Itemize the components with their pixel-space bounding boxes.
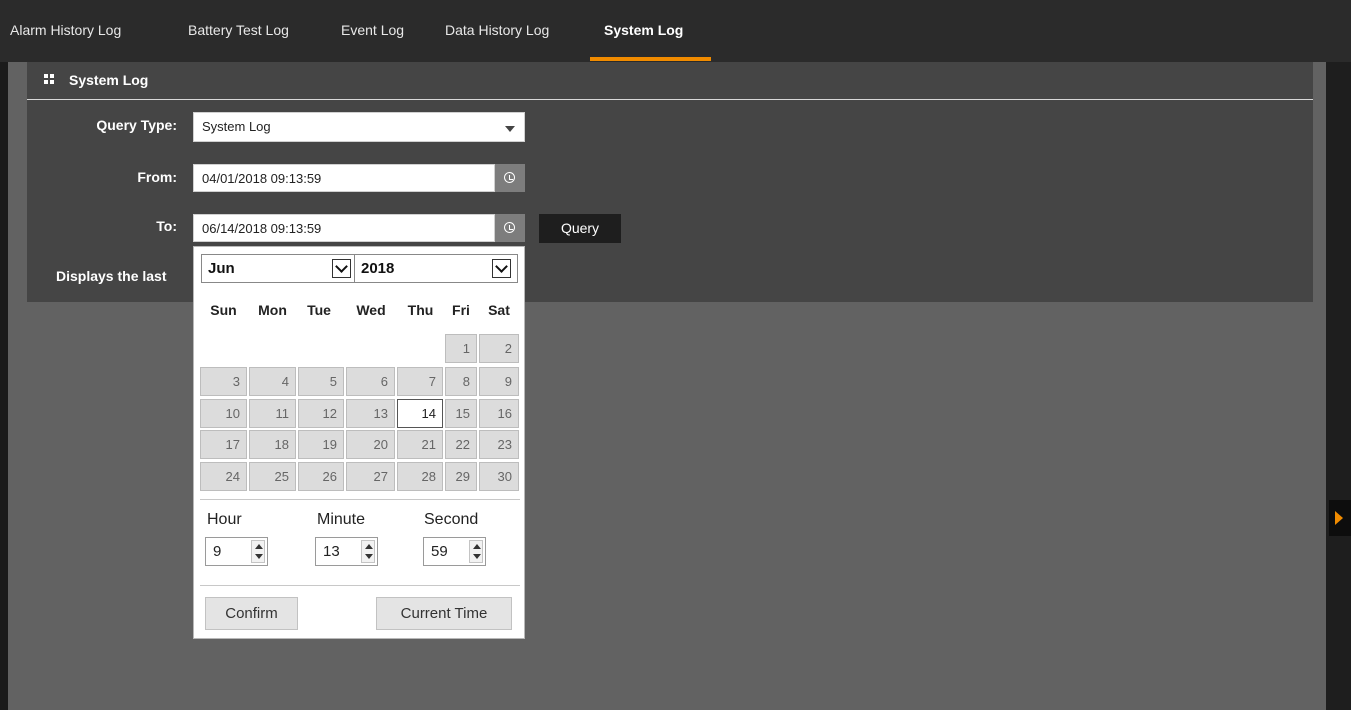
calendar-day[interactable]: 5 bbox=[298, 367, 344, 396]
query-button[interactable]: Query bbox=[539, 214, 621, 243]
calendar-day[interactable]: 10 bbox=[200, 399, 247, 428]
calendar-day[interactable]: 21 bbox=[397, 430, 443, 459]
tab-battery-test-log[interactable]: Battery Test Log bbox=[188, 22, 289, 38]
hour-label: Hour bbox=[207, 511, 242, 528]
calendar-day[interactable]: 24 bbox=[200, 462, 247, 491]
second-stepper[interactable]: 59 bbox=[423, 537, 486, 566]
panel-header: System Log bbox=[27, 62, 1313, 100]
active-tab-indicator bbox=[590, 57, 711, 61]
minute-label: Minute bbox=[317, 511, 366, 528]
confirm-button[interactable]: Confirm bbox=[205, 597, 298, 630]
right-sidebar-strip bbox=[1326, 62, 1351, 710]
calendar-day[interactable]: 3 bbox=[200, 367, 247, 396]
stepper-arrows-icon[interactable] bbox=[361, 540, 375, 563]
tab-data-history-log[interactable]: Data History Log bbox=[445, 22, 549, 38]
chevron-down-icon bbox=[492, 259, 511, 278]
stepper-arrows-icon[interactable] bbox=[251, 540, 265, 563]
calendar-day[interactable]: 1 bbox=[445, 334, 477, 363]
weekday-wed: Wed bbox=[356, 302, 386, 318]
chevron-down-icon bbox=[505, 126, 515, 132]
expand-arrow-icon[interactable] bbox=[1329, 500, 1351, 536]
divider bbox=[200, 585, 520, 586]
calendar-day[interactable]: 2 bbox=[479, 334, 519, 363]
from-label: From: bbox=[137, 169, 177, 185]
from-value: 04/01/2018 09:13:59 bbox=[202, 171, 322, 186]
weekday-thu: Thu bbox=[407, 302, 434, 318]
stepper-arrows-icon[interactable] bbox=[469, 540, 483, 563]
hour-stepper[interactable]: 9 bbox=[205, 537, 268, 566]
to-datetime-input[interactable]: 06/14/2018 09:13:59 bbox=[193, 214, 495, 242]
query-type-select[interactable]: System Log bbox=[193, 112, 525, 142]
to-label: To: bbox=[156, 218, 177, 234]
month-value: Jun bbox=[208, 260, 235, 277]
tab-event-log[interactable]: Event Log bbox=[341, 22, 404, 38]
calendar-day[interactable]: 28 bbox=[397, 462, 443, 491]
query-type-label: Query Type: bbox=[96, 117, 177, 133]
weekday-fri: Fri bbox=[452, 302, 470, 318]
minute-stepper[interactable]: 13 bbox=[315, 537, 378, 566]
calendar-day[interactable]: 30 bbox=[479, 462, 519, 491]
calendar-day[interactable]: 13 bbox=[346, 399, 395, 428]
calendar-day[interactable]: 20 bbox=[346, 430, 395, 459]
weekday-sun: Sun bbox=[210, 302, 237, 318]
second-value: 59 bbox=[431, 543, 448, 560]
calendar-day[interactable]: 26 bbox=[298, 462, 344, 491]
from-clock-icon[interactable] bbox=[495, 164, 525, 192]
hour-value: 9 bbox=[213, 543, 222, 560]
second-label: Second bbox=[424, 511, 479, 528]
weekday-sat: Sat bbox=[488, 302, 510, 318]
divider bbox=[200, 499, 520, 500]
calendar-day[interactable]: 6 bbox=[346, 367, 395, 396]
calendar-day[interactable]: 15 bbox=[445, 399, 477, 428]
calendar-day[interactable]: 23 bbox=[479, 430, 519, 459]
query-type-value: System Log bbox=[202, 119, 271, 134]
month-select[interactable]: Jun bbox=[201, 254, 356, 283]
calendar-day[interactable]: 25 bbox=[249, 462, 296, 491]
calendar-day[interactable]: 18 bbox=[249, 430, 296, 459]
calendar-day[interactable]: 17 bbox=[200, 430, 247, 459]
calendar-day[interactable]: 7 bbox=[397, 367, 443, 396]
calendar-day[interactable]: 9 bbox=[479, 367, 519, 396]
from-datetime-input[interactable]: 04/01/2018 09:13:59 bbox=[193, 164, 495, 192]
weekday-mon: Mon bbox=[258, 302, 287, 318]
tab-bar: Alarm History Log Battery Test Log Event… bbox=[0, 0, 1351, 62]
grid-icon bbox=[44, 74, 54, 84]
calendar-day[interactable]: 12 bbox=[298, 399, 344, 428]
calendar-day[interactable]: 27 bbox=[346, 462, 395, 491]
to-clock-icon[interactable] bbox=[495, 214, 525, 242]
year-value: 2018 bbox=[361, 260, 395, 277]
panel-title: System Log bbox=[69, 72, 149, 88]
minute-value: 13 bbox=[323, 543, 340, 560]
year-select[interactable]: 2018 bbox=[354, 254, 518, 283]
calendar-day[interactable]: 4 bbox=[249, 367, 296, 396]
calendar-day[interactable]: 29 bbox=[445, 462, 477, 491]
chevron-down-icon bbox=[332, 259, 351, 278]
date-picker-popup: Jun 2018 Sun Mon Tue Wed Thu Fri Sat 123… bbox=[193, 246, 525, 639]
tab-system-log[interactable]: System Log bbox=[604, 22, 683, 38]
weekday-tue: Tue bbox=[307, 302, 331, 318]
calendar-day[interactable]: 22 bbox=[445, 430, 477, 459]
tab-alarm-history-log[interactable]: Alarm History Log bbox=[10, 22, 121, 38]
calendar-day[interactable]: 11 bbox=[249, 399, 296, 428]
calendar-day[interactable]: 16 bbox=[479, 399, 519, 428]
displays-last-label: Displays the last bbox=[56, 268, 167, 284]
to-value: 06/14/2018 09:13:59 bbox=[202, 221, 322, 236]
current-time-button[interactable]: Current Time bbox=[376, 597, 512, 630]
calendar-day[interactable]: 14 bbox=[397, 399, 443, 428]
calendar-day[interactable]: 8 bbox=[445, 367, 477, 396]
calendar-day[interactable]: 19 bbox=[298, 430, 344, 459]
